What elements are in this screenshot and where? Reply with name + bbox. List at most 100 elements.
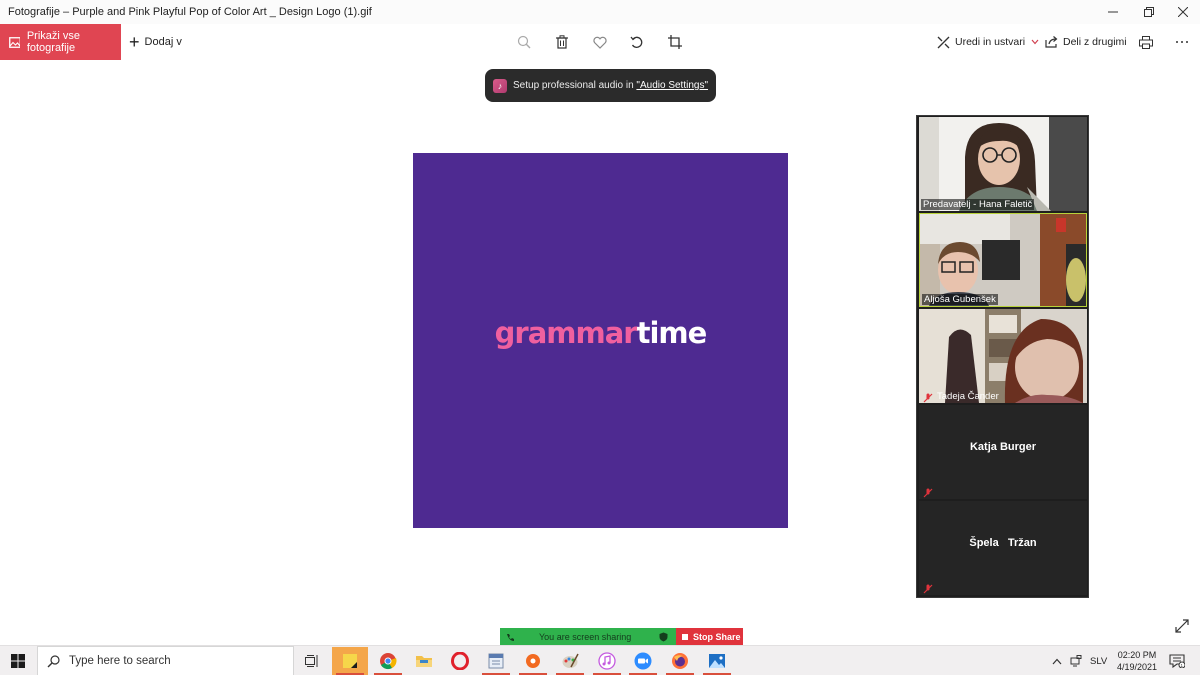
rotate-button[interactable] <box>625 30 649 54</box>
clock-date: 4/19/2021 <box>1116 662 1158 672</box>
mic-muted-icon <box>923 390 933 403</box>
task-view-icon <box>305 655 318 667</box>
taskbar-app-firefox[interactable] <box>662 647 698 675</box>
taskbar-app-itunes[interactable] <box>589 647 625 675</box>
network-icon[interactable] <box>1070 655 1082 667</box>
crop-button[interactable] <box>663 30 687 54</box>
window-title: Fotografije – Purple and Pink Playful Po… <box>8 6 372 18</box>
plus-icon: + <box>129 32 140 52</box>
participant-video-tile[interactable]: Predavatelj - Hana Faletič <box>919 117 1087 211</box>
taskbar-app-photos[interactable] <box>699 647 735 675</box>
minimize-icon <box>1108 11 1118 13</box>
logo-text-grammar: grammar <box>494 316 638 350</box>
notifications-button[interactable]: 1 <box>1162 647 1192 675</box>
participant-video-tile-active[interactable]: Aljoša Gubenšek <box>919 213 1087 307</box>
delete-button[interactable] <box>550 30 574 54</box>
windows-icon <box>11 654 25 668</box>
calendar-icon <box>488 653 504 669</box>
taskbar-app-orange[interactable] <box>515 647 551 675</box>
shield-icon <box>659 632 668 642</box>
share-icon <box>1045 36 1058 48</box>
taskbar-search-box[interactable]: Type here to search <box>37 646 294 675</box>
paint-icon <box>562 653 579 668</box>
clock-time: 02:20 PM <box>1117 650 1157 660</box>
notification-text: Setup professional audio in <box>513 80 637 91</box>
share-button[interactable]: Deli z drugimi <box>1045 24 1127 60</box>
sticky-notes-icon <box>343 654 357 668</box>
edit-create-button[interactable]: Uredi in ustvari <box>937 24 1039 60</box>
audio-settings-notification: ♪ Setup professional audio in "Audio Set… <box>485 69 716 102</box>
taskbar: Type here to search SLV 02:20 PM 4/19/20… <box>0 645 1200 675</box>
taskbar-app-chrome[interactable] <box>370 647 406 675</box>
restore-icon <box>1144 7 1154 17</box>
taskbar-app-file-explorer[interactable] <box>406 647 442 675</box>
participant-video <box>919 309 1087 403</box>
print-button[interactable] <box>1134 30 1158 54</box>
close-button[interactable] <box>1160 0 1200 24</box>
favorite-button[interactable] <box>588 30 612 54</box>
participant-name: Katja Burger <box>969 441 1037 453</box>
fullscreen-button[interactable] <box>1174 618 1190 634</box>
zoom-button[interactable] <box>512 30 536 54</box>
chrome-icon <box>380 653 397 670</box>
stop-share-button[interactable]: Stop Share <box>676 628 743 646</box>
system-tray: SLV <box>1052 646 1107 675</box>
photo-viewer-image: grammartime <box>413 153 788 528</box>
edit-icon <box>937 36 950 48</box>
mic-muted-icon <box>923 485 933 498</box>
more-icon <box>1176 41 1188 43</box>
stop-share-label: Stop Share <box>693 632 741 642</box>
participant-name: Aljoša Gubenšek <box>922 294 998 305</box>
mic-muted-icon <box>923 581 933 594</box>
taskbar-app-zoom[interactable] <box>625 647 661 675</box>
participant-video-tile[interactable]: Tadeja Čander <box>919 309 1087 403</box>
close-icon <box>1178 7 1188 17</box>
folder-icon <box>416 656 432 667</box>
crop-icon <box>668 35 682 49</box>
more-options-button[interactable] <box>1170 30 1194 54</box>
toolbar: Prikaži vse fotografije + Dodaj v Uredi … <box>0 24 1200 60</box>
participant-name: Predavatelj - Hana Faletič <box>921 199 1035 210</box>
participant-tile-no-video[interactable]: Katja Burger <box>919 405 1087 499</box>
clock[interactable]: 02:20 PM 4/19/2021 <box>1112 649 1162 673</box>
screen-sharing-bar: You are screen sharing Stop Share <box>500 628 743 646</box>
photos-icon <box>9 36 20 48</box>
taskbar-app-sticky-notes[interactable] <box>332 647 368 675</box>
taskbar-app-opera[interactable] <box>442 647 478 675</box>
expand-icon <box>1175 619 1189 633</box>
start-button[interactable] <box>0 646 36 675</box>
participant-video <box>919 117 1087 211</box>
add-to-button[interactable]: + Dodaj v <box>129 24 182 60</box>
grammartime-logo: grammartime <box>413 316 788 350</box>
show-all-photos-label: Prikaži vse fotografije <box>26 30 80 54</box>
add-to-label: Dodaj v <box>144 36 182 48</box>
music-note-icon: ♪ <box>493 78 507 93</box>
zoom-icon <box>634 652 652 670</box>
edit-create-label: Uredi in ustvari <box>955 36 1026 48</box>
firefox-icon <box>672 653 688 669</box>
zoom-icon <box>517 35 531 49</box>
show-all-photos-button[interactable]: Prikaži vse fotografije <box>0 24 121 60</box>
phone-icon <box>507 633 514 641</box>
taskbar-app-calendar[interactable] <box>478 647 514 675</box>
search-icon <box>47 654 60 667</box>
heart-icon <box>593 36 607 49</box>
opera-icon <box>451 652 469 670</box>
delete-icon <box>556 35 568 49</box>
print-icon <box>1139 35 1153 49</box>
task-view-button[interactable] <box>294 647 330 675</box>
title-bar: Fotografije – Purple and Pink Playful Po… <box>0 0 1200 24</box>
chevron-up-icon[interactable] <box>1052 658 1062 665</box>
participant-tile-no-video[interactable]: Špela Tržan <box>919 501 1087 595</box>
audio-settings-link[interactable]: "Audio Settings" <box>636 80 708 91</box>
taskbar-app-paint[interactable] <box>552 647 588 675</box>
participants-panel: Predavatelj - Hana Faletič Aljoša Gubenš… <box>916 115 1089 598</box>
share-label: Deli z drugimi <box>1063 36 1127 48</box>
music-icon <box>598 652 616 670</box>
stop-icon <box>682 634 688 640</box>
participant-name: Špela Tržan <box>969 537 1037 549</box>
screen-sharing-status[interactable]: You are screen sharing <box>500 628 676 646</box>
language-indicator[interactable]: SLV <box>1090 656 1107 667</box>
search-placeholder: Type here to search <box>69 655 171 667</box>
orange-app-icon <box>526 654 540 668</box>
